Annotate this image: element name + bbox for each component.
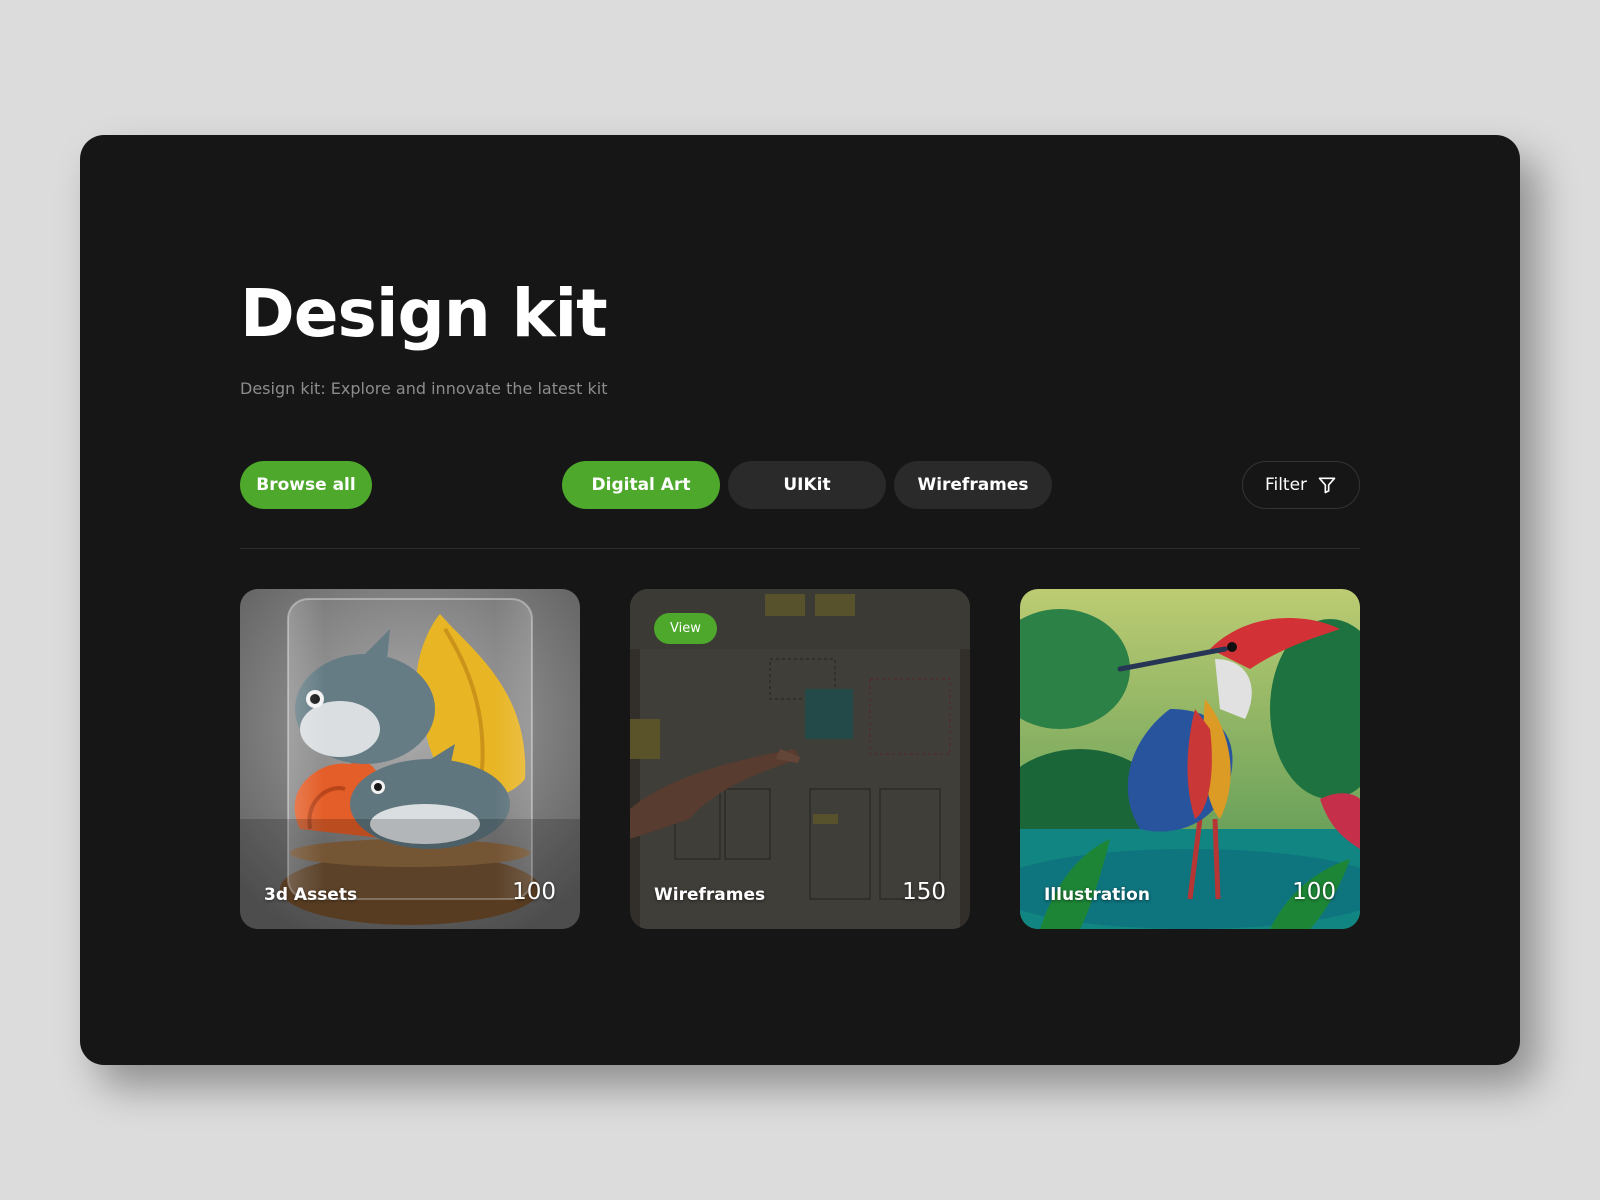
toolbar-divider [240,548,1360,549]
browse-all-button[interactable]: Browse all [240,461,372,509]
filter-button[interactable]: Filter [1242,461,1360,509]
filter-funnel-icon [1318,477,1336,494]
card-label: 3d Assets [264,885,358,905]
tab-uikit[interactable]: UIKit [728,461,886,509]
card-illustration[interactable]: Illustration 100 [1020,589,1360,929]
card-wireframes[interactable]: View Wireframes 150 [630,589,970,929]
card-count: 150 [902,879,946,905]
view-badge[interactable]: View [654,613,717,644]
tab-digital-art[interactable]: Digital Art [562,461,720,509]
card-3d-assets[interactable]: 3d Assets 100 [240,589,580,929]
design-kit-panel: Design kit Design kit: Explore and innov… [80,135,1520,1065]
page-title: Design kit [240,275,608,352]
card-count: 100 [512,879,556,905]
tab-wireframes[interactable]: Wireframes [894,461,1052,509]
card-label: Wireframes [654,885,766,905]
jungle-heron-illustration-image [1020,589,1360,929]
page-subtitle: Design kit: Explore and innovate the lat… [240,379,608,398]
3d-birds-in-glass-jar-image [240,589,580,929]
card-label: Illustration [1044,885,1150,905]
card-count: 100 [1292,879,1336,905]
filter-label: Filter [1264,475,1308,495]
